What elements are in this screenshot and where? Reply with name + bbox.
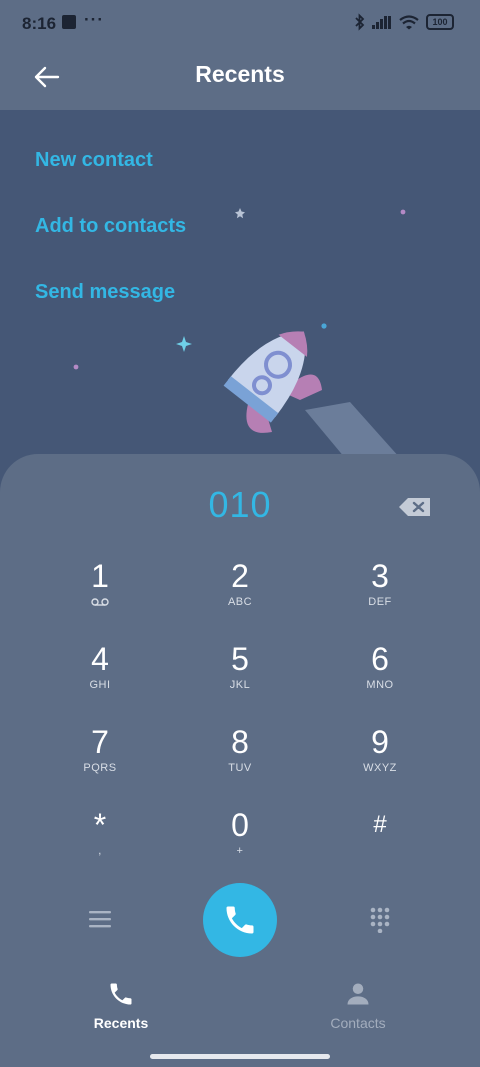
more-notifications-icon: ··· bbox=[84, 10, 104, 29]
app-bar: Recents bbox=[0, 48, 480, 110]
key-7[interactable]: 7 PQRS bbox=[50, 724, 150, 794]
key-4[interactable]: 4 GHI bbox=[50, 641, 150, 711]
key-1[interactable]: 1 bbox=[50, 558, 150, 628]
dialer-panel: 010 1 2 ABC 3 DEF 4 GHI 5 JKL 6 MNO 7 PQ… bbox=[0, 454, 480, 1067]
phone-icon bbox=[226, 906, 254, 934]
tab-recents-label: Recents bbox=[93, 1015, 149, 1031]
menu-icon[interactable] bbox=[89, 910, 111, 928]
signal-icon bbox=[372, 16, 391, 29]
bluetooth-icon bbox=[355, 13, 365, 31]
page-title: Recents bbox=[195, 61, 285, 87]
key-3[interactable]: 3 DEF bbox=[330, 558, 430, 628]
home-indicator[interactable] bbox=[150, 1054, 330, 1059]
key-6[interactable]: 6 MNO bbox=[330, 641, 430, 711]
key-0[interactable]: 0 + bbox=[190, 807, 290, 877]
wifi-icon bbox=[399, 14, 419, 29]
key-5[interactable]: 5 JKL bbox=[190, 641, 290, 711]
tab-contacts-label: Contacts bbox=[330, 1015, 386, 1031]
call-button[interactable] bbox=[203, 883, 277, 957]
status-icons: 100 bbox=[355, 13, 454, 31]
voicemail-icon bbox=[91, 598, 109, 606]
key-hash[interactable]: # bbox=[330, 807, 430, 877]
key-8[interactable]: 8 TUV bbox=[190, 724, 290, 794]
person-icon bbox=[347, 983, 369, 1005]
notification-app-icon bbox=[62, 15, 76, 29]
backspace-icon[interactable] bbox=[398, 496, 432, 518]
key-star[interactable]: * , bbox=[50, 807, 150, 877]
status-time: 8:16 bbox=[22, 14, 57, 33]
rocket-illustration bbox=[223, 331, 400, 458]
tab-recents[interactable]: Recents bbox=[61, 980, 181, 1031]
key-2[interactable]: 2 ABC bbox=[190, 558, 290, 628]
key-9[interactable]: 9 WXYZ bbox=[330, 724, 430, 794]
status-bar: 8:16 ··· 100 bbox=[0, 0, 480, 48]
phone-icon bbox=[110, 983, 132, 1005]
tab-contacts[interactable]: Contacts bbox=[298, 980, 418, 1031]
dialpad-toggle-icon[interactable] bbox=[370, 907, 390, 933]
battery-icon: 100 bbox=[426, 14, 454, 30]
